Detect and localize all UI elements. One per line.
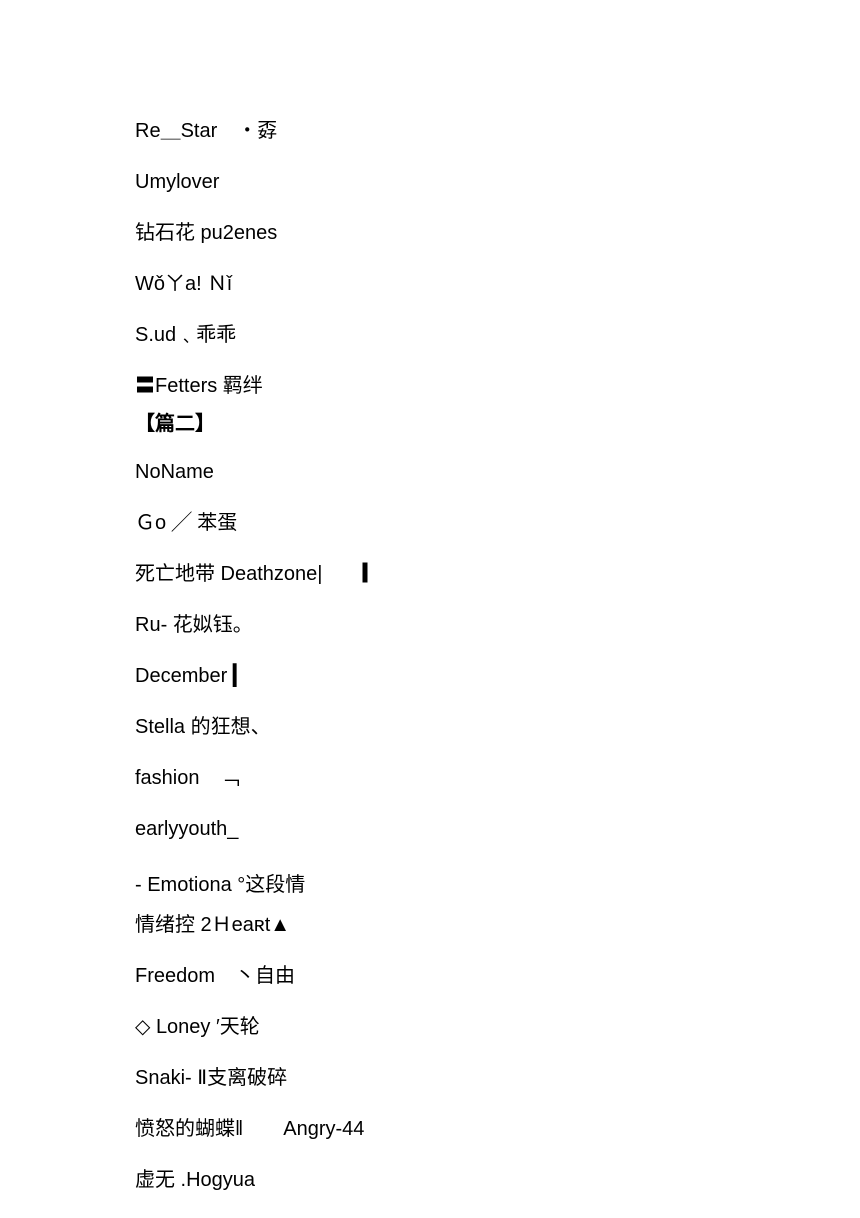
text-line: Ｇo ╱ 苯蛋	[135, 510, 725, 536]
text-line: ◇ Loney ′天轮	[135, 1014, 725, 1040]
text-line: December ▎	[135, 663, 725, 689]
text-line: S.ud﹑乖乖	[135, 322, 725, 348]
document-page: Re＿Star ・孬 Umylover 钻石花 pu2enes Wǒㄚa! Ｎǐ…	[0, 0, 725, 1193]
text-line: fashion ﹁	[135, 765, 725, 791]
text-line: - Emotiona °这段情	[135, 872, 725, 898]
section-heading: 【篇二】	[135, 411, 725, 437]
text-line: 钻石花 pu2enes	[135, 220, 725, 246]
text-line: Re＿Star ・孬	[135, 118, 725, 144]
text-line: 〓Fetters 羁绊	[135, 373, 725, 399]
text-line: Ru- 花姒钰。	[135, 612, 725, 638]
text-line: 虚无 .Hogyua	[135, 1167, 725, 1193]
text-line: 死亡地带 Deathzone| ▎	[135, 561, 725, 587]
text-line: Umylover	[135, 169, 725, 195]
text-line: Snaki- Ⅱ支离破碎	[135, 1065, 725, 1091]
text-line: Stella 的狂想、	[135, 714, 725, 740]
text-line: earlyyouth_	[135, 816, 725, 842]
text-line: Wǒㄚa! Ｎǐ	[135, 271, 725, 297]
text-line: 情绪控 2Ｈеаʀt▲	[135, 912, 725, 938]
text-line: 愤怒的蝴蝶‖ Angry-44	[135, 1116, 725, 1142]
text-line: NoName	[135, 459, 725, 485]
text-line: Freedom 丶自由	[135, 963, 725, 989]
